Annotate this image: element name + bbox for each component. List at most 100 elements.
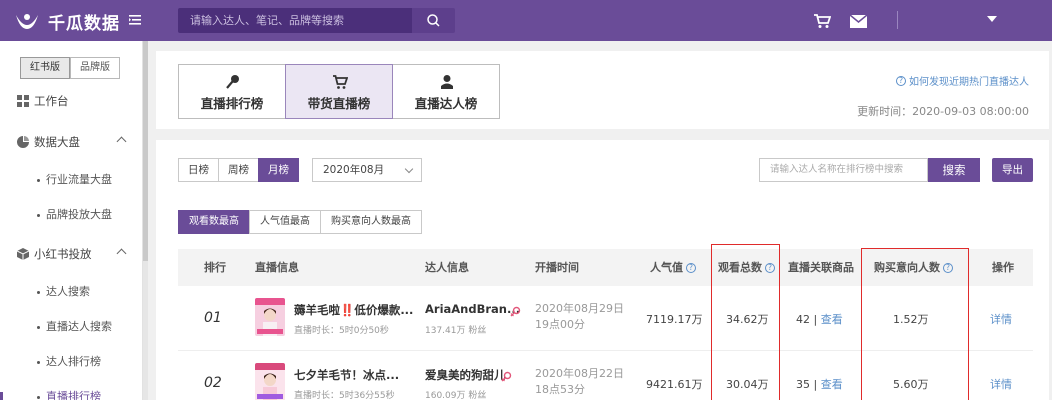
tab-most-popular[interactable]: 人气值最高 [249, 210, 321, 234]
chevron-up-icon [116, 248, 127, 259]
live-cover-thumbnail[interactable] [255, 298, 285, 336]
details-link[interactable]: 详情 [990, 311, 1012, 327]
switch-xhs-version[interactable]: 红书版 [20, 57, 70, 79]
menu-toggle-icon[interactable] [128, 12, 144, 28]
th-label: 人气值 [650, 261, 683, 274]
tab-live-talent-ranking[interactable]: 直播达人榜 [392, 64, 500, 119]
tab-daily[interactable]: 日榜 [178, 158, 219, 182]
bullet-icon [37, 214, 40, 217]
question-icon[interactable]: ? [686, 263, 696, 273]
update-time: 更新时间：2020-09-03 08:00:00 [857, 105, 1029, 118]
popularity-value: 7119.17万 [646, 313, 703, 326]
products-cell: 42 | 查看 [796, 313, 843, 326]
logo-text: 千瓜数据 [48, 14, 120, 34]
cube-icon [17, 248, 29, 260]
talent-fans: 137.41万 粉丝 [425, 326, 487, 336]
cover-image [255, 363, 285, 400]
female-icon [510, 306, 521, 317]
grid-icon [17, 95, 29, 107]
export-button[interactable]: 导出 [992, 158, 1033, 182]
products-count: 35 [796, 378, 810, 391]
period-tabs: 日榜 周榜 月榜 [178, 158, 299, 182]
tab-label: 带货直播榜 [307, 96, 371, 111]
sidebar-sub-brand-ads[interactable]: 品牌投放大盘 [0, 204, 143, 226]
question-icon: ? [896, 75, 906, 86]
month-select-value: 2020年08月 [323, 164, 385, 176]
ranking-type-tabs: 直播排行榜 带货直播榜 直播达人榜 [178, 64, 500, 119]
live-title[interactable]: 七夕羊毛节！冰点... [294, 367, 399, 383]
tab-most-views[interactable]: 观看数最高 [178, 210, 250, 234]
switch-brand-version[interactable]: 品牌版 [70, 57, 120, 79]
month-select[interactable]: 2020年08月 [312, 158, 422, 182]
tab-live-ranking[interactable]: 直播排行榜 [178, 64, 286, 119]
user-menu-caret-icon[interactable] [987, 16, 997, 22]
details-link[interactable]: 详情 [990, 376, 1012, 392]
tab-sales-live-ranking[interactable]: 带货直播榜 [285, 64, 393, 119]
sidebar-sub-label: 直播排行榜 [46, 390, 101, 400]
th-live-info: 直播信息 [255, 261, 299, 274]
highlight-box-views [711, 244, 780, 400]
bullet-icon [37, 396, 40, 399]
sidebar-item-label: 数据大盘 [34, 135, 80, 149]
help-link[interactable]: ? 如何发现近期热门直播达人 [896, 73, 1029, 88]
logo[interactable]: 千瓜数据 [14, 9, 120, 34]
search-icon [427, 14, 440, 27]
bullet-icon [37, 179, 40, 182]
products-cell: 35 | 查看 [796, 378, 843, 391]
start-date: 2020年08月29日 [535, 302, 624, 315]
sidebar-sub-talent-search[interactable]: 达人搜索 [0, 281, 143, 303]
mail-icon[interactable] [850, 15, 867, 28]
help-link-text: 如何发现近期热门直播达人 [909, 77, 1029, 88]
popularity-value: 9421.61万 [646, 378, 703, 391]
live-title[interactable]: 薅羊毛啦‼️低价爆款... [294, 302, 413, 318]
bullet-icon [37, 291, 40, 294]
highlight-box-buyers [861, 248, 969, 400]
top-navbar: 千瓜数据 请输入达人、笔记、品牌等搜索 [0, 0, 1052, 41]
sidebar-scroll-thumb[interactable] [143, 41, 148, 261]
sidebar-sub-talent-ranking[interactable]: 达人排行榜 [0, 351, 143, 373]
th-action: 操作 [992, 261, 1014, 274]
sidebar-sub-live-talent-search[interactable]: 直播达人搜索 [0, 316, 143, 338]
products-view-link[interactable]: 查看 [821, 313, 843, 326]
tab-label: 直播达人榜 [414, 96, 478, 111]
global-search-button[interactable] [412, 8, 455, 33]
sidebar-sub-industry-traffic[interactable]: 行业流量大盘 [0, 169, 143, 191]
version-switch: 红书版 品牌版 [20, 57, 120, 79]
rank-number: 01 [204, 310, 222, 326]
th-products: 直播关联商品 [788, 261, 854, 274]
sidebar-item-data-overview[interactable]: 数据大盘 [0, 130, 143, 154]
tab-weekly[interactable]: 周榜 [218, 158, 259, 182]
products-view-link[interactable]: 查看 [821, 378, 843, 391]
live-cover-thumbnail[interactable] [255, 363, 285, 400]
sidebar: 红书版 品牌版 工作台 数据大盘 行业流量大盘 品牌投放大盘 小红书投放 达人搜… [0, 41, 143, 400]
chevron-up-icon [116, 136, 127, 147]
bullet-icon [37, 326, 40, 329]
cart-icon[interactable] [813, 13, 831, 29]
tab-most-buyers[interactable]: 购买意向人数最高 [320, 210, 422, 234]
sidebar-item-label: 小红书投放 [34, 247, 92, 261]
pie-chart-icon [17, 136, 29, 148]
live-duration: 直播时长：5时36分55秒 [294, 391, 395, 400]
talent-name[interactable]: AriaAndBran... [425, 302, 520, 316]
tab-monthly[interactable]: 月榜 [258, 158, 299, 182]
talent-name[interactable]: 爱臭美的狗甜儿 [425, 367, 506, 383]
ranking-type-panel: 直播排行榜 带货直播榜 直播达人榜 ? 如何发现近期热门直播达人 更新时间：20… [156, 51, 1049, 129]
female-icon [501, 371, 512, 382]
sidebar-item-workbench[interactable]: 工作台 [0, 89, 143, 113]
sidebar-sub-live-ranking[interactable]: 直播排行榜 [0, 386, 143, 400]
chevron-down-icon [404, 164, 414, 174]
ranking-search-button[interactable]: 搜索 [928, 158, 980, 182]
sidebar-item-label: 工作台 [34, 94, 69, 108]
products-count: 42 [796, 313, 810, 326]
start-time: 19点00分 [535, 318, 585, 331]
start-date: 2020年08月22日 [535, 367, 624, 380]
sidebar-sub-label: 直播达人搜索 [46, 320, 112, 333]
sidebar-sub-label: 行业流量大盘 [46, 173, 112, 186]
sidebar-item-xhs-ads[interactable]: 小红书投放 [0, 242, 143, 266]
th-popularity[interactable]: 人气值? [650, 249, 696, 286]
ranking-search-input[interactable]: 请输入达人名称在排行榜中搜索 [759, 158, 928, 182]
cart-icon [333, 75, 348, 89]
sort-tabs: 观看数最高 人气值最高 购买意向人数最高 [178, 210, 422, 234]
global-search-input[interactable]: 请输入达人、笔记、品牌等搜索 [178, 8, 412, 33]
talent-fans: 160.09万 粉丝 [425, 391, 487, 400]
